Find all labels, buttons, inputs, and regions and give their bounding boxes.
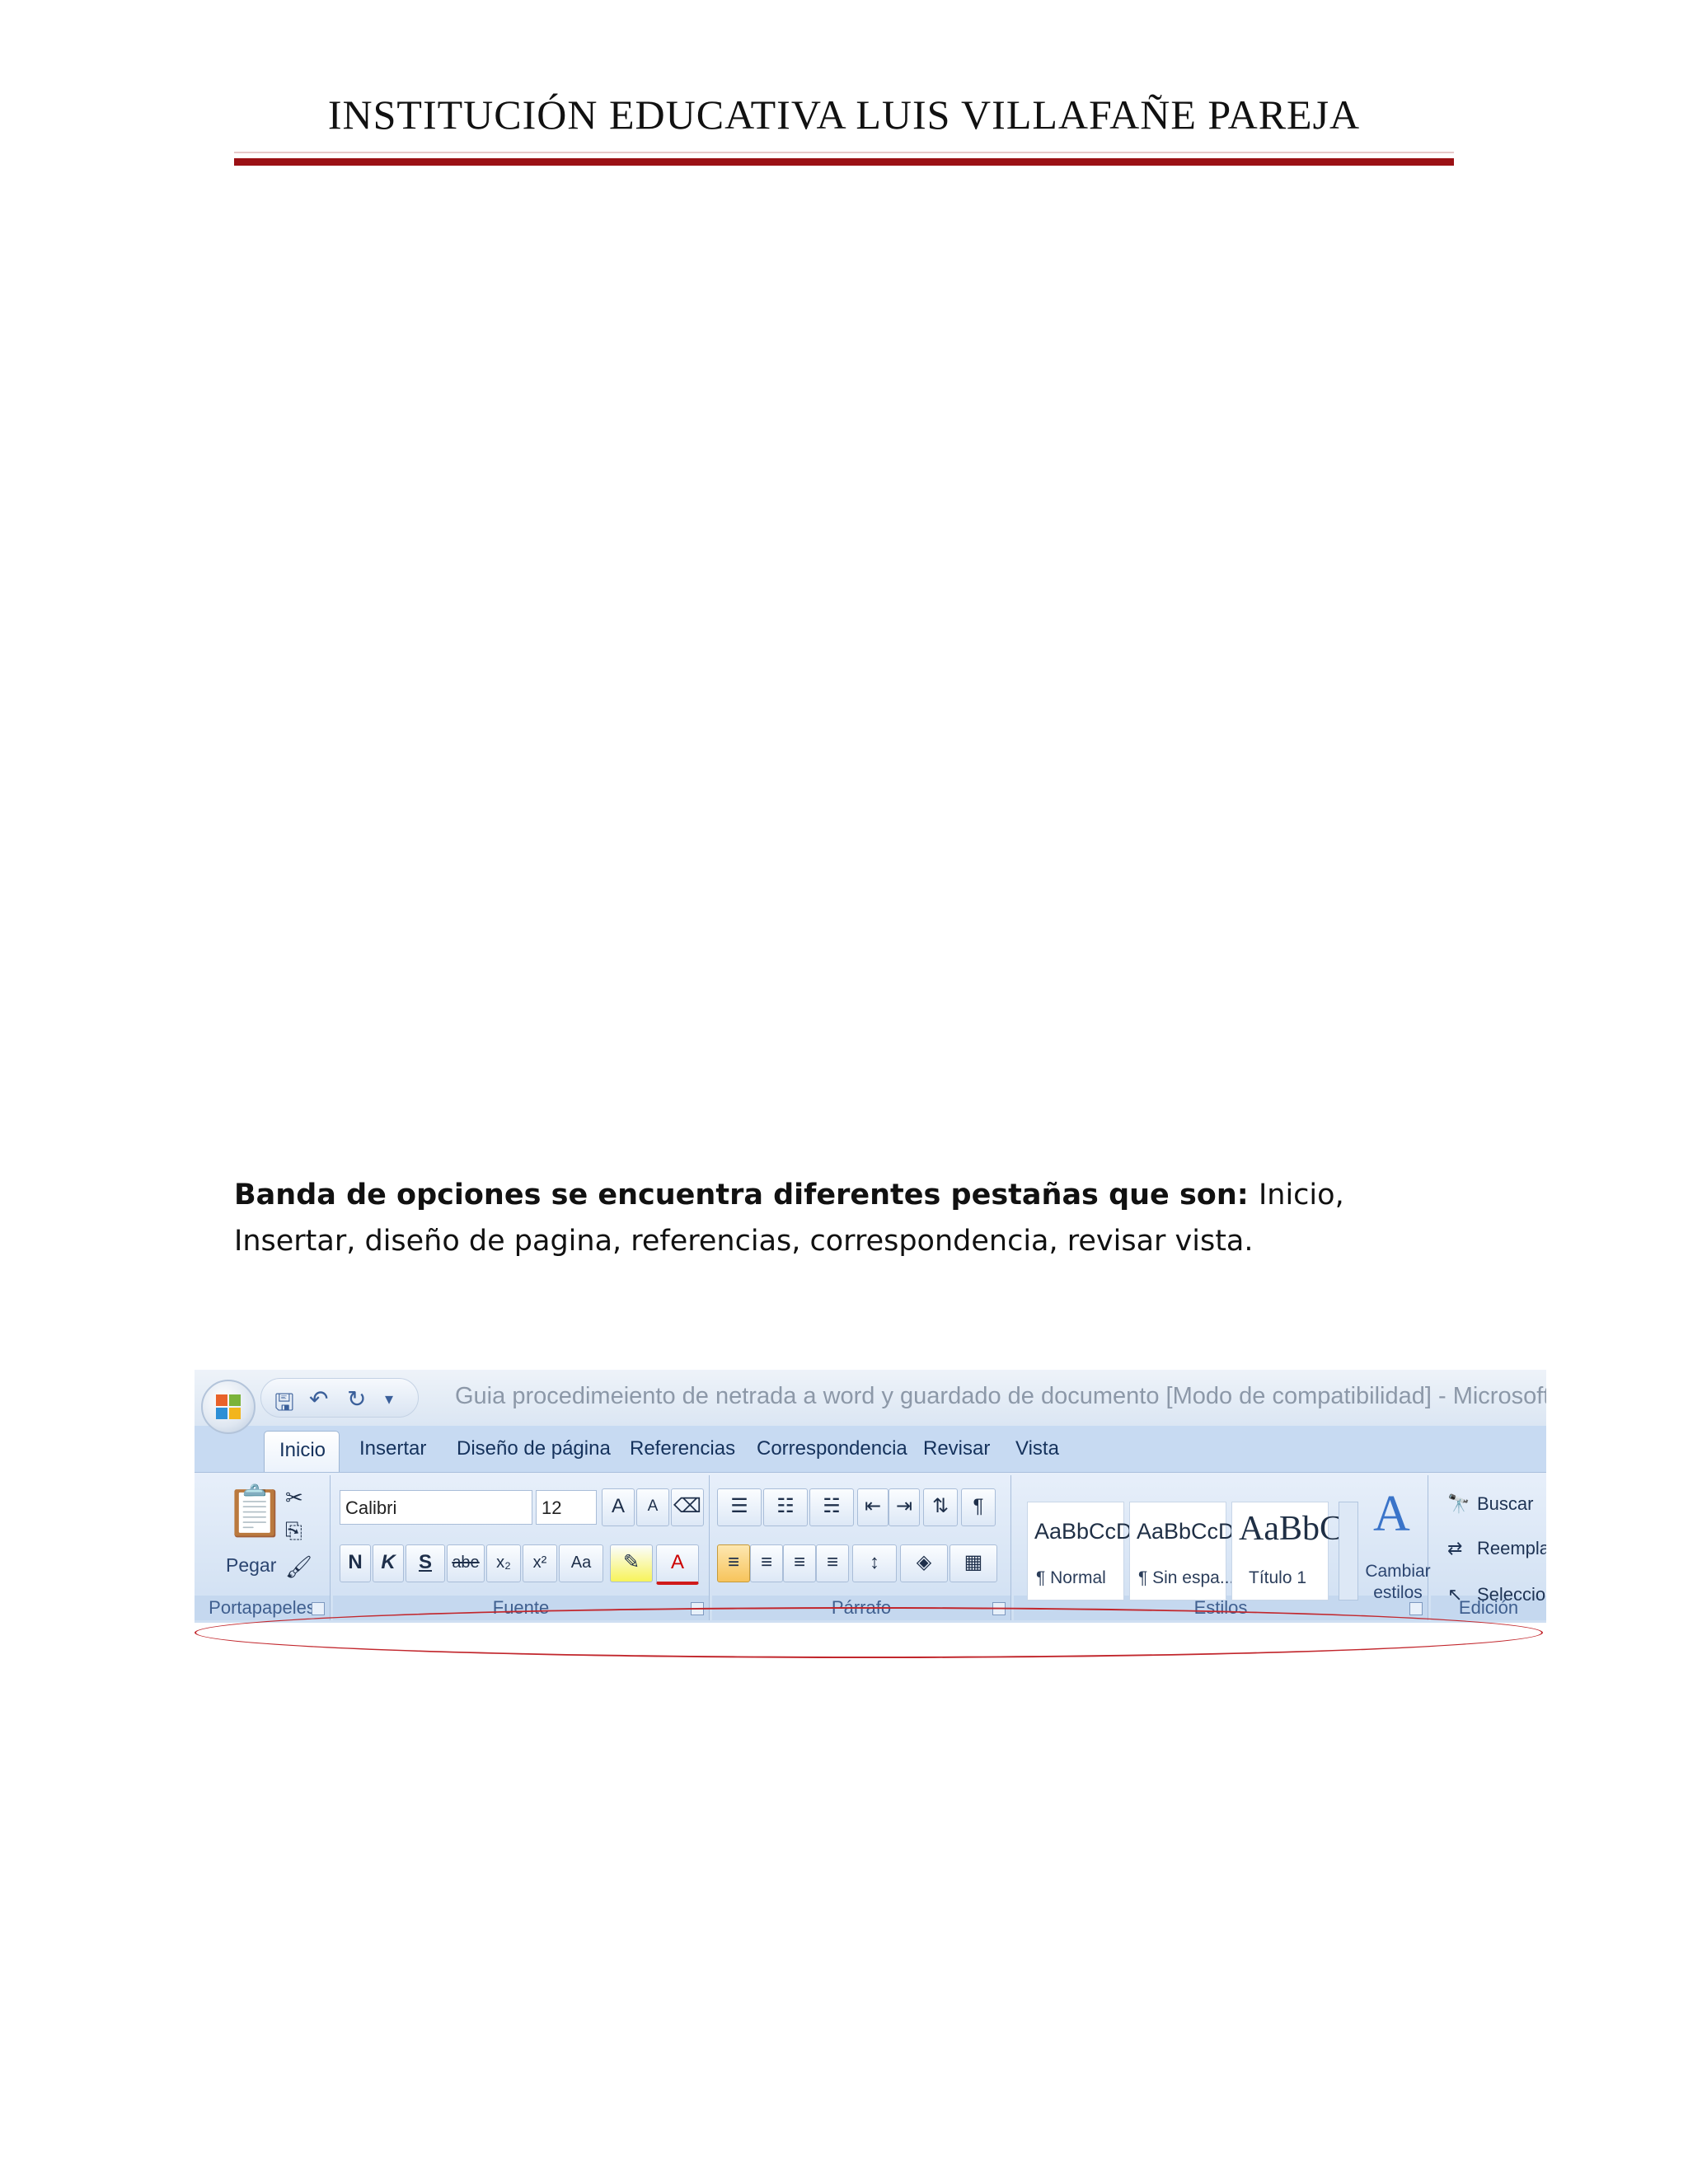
body-paragraph: Banda de opciones se encuentra diferente… [234,1172,1437,1264]
font-color-button[interactable]: A [656,1544,699,1585]
office-logo-icon [216,1394,241,1419]
highlight-color-button[interactable]: ✎ [610,1544,653,1582]
paragraph-line1-rest: Inicio, [1258,1179,1344,1212]
header-rule [234,158,1454,166]
line-spacing-button[interactable]: ↕ [852,1544,897,1582]
tab-inicio[interactable]: Inicio [264,1431,340,1476]
show-marks-button[interactable]: ¶ [961,1488,996,1526]
align-left-button[interactable]: ≡ [717,1544,750,1582]
replace-icon[interactable]: ⇄ [1447,1538,1462,1559]
borders-button[interactable]: ▦ [950,1544,997,1582]
style-name: ¶ Sin espa... [1138,1568,1235,1587]
style-normal[interactable]: AaBbCcDc ¶ Normal [1027,1502,1143,1601]
select-button[interactable]: Seleccion [1477,1584,1546,1605]
redo-icon[interactable]: ↻ [347,1385,366,1413]
undo-icon[interactable]: ↶ [309,1385,328,1413]
decrease-indent-button[interactable]: ⇤ [857,1488,889,1526]
change-case-button[interactable]: Aa [559,1544,603,1582]
tab-diseno-pagina[interactable]: Diseño de página [457,1437,611,1460]
style-name: ¶ Normal [1036,1568,1106,1587]
shading-button[interactable]: ◈ [900,1544,948,1582]
dialog-launcher-icon[interactable] [312,1602,325,1615]
paragraph-bold-lead: Banda de opciones se encuentra diferente… [234,1179,1259,1212]
find-button[interactable]: Buscar [1477,1493,1533,1515]
bullets-button[interactable]: ☰ [717,1488,762,1526]
page-header-title: INSTITUCIÓN EDUCATIVA LUIS VILLAFAÑE PAR… [327,91,1361,138]
copy-icon[interactable]: ⎘ [285,1518,302,1544]
tab-vista[interactable]: Vista [1015,1437,1059,1460]
change-styles-label[interactable]: Cambiar estilos [1365,1561,1431,1604]
style-sample: AaBbCcDc [1034,1519,1144,1544]
word-ribbon-screenshot: 🖫 ↶ ↻ ▾ Guia procedimeiento de netrada a… [195,1370,1546,1660]
header-thin-rule [234,152,1454,153]
select-icon[interactable]: ↖ [1447,1584,1462,1605]
paragraph-line2: Insertar, diseño de pagina, referencias,… [234,1225,1254,1258]
group-fuente: Calibri 12 A A ⌫ N K S abe x₂ x² Aa ✎ A … [333,1475,710,1620]
underline-button[interactable]: S [406,1544,445,1582]
bold-button[interactable]: N [340,1544,371,1582]
sort-button[interactable]: ⇅ [923,1488,958,1526]
tab-insertar[interactable]: Insertar [359,1437,426,1460]
strikethrough-button[interactable]: abe [447,1544,485,1582]
group-portapapeles: 📋 Pegar ✂ ⎘ 🖌 Portapapeles [195,1475,331,1620]
paste-label[interactable]: Pegar [226,1554,276,1577]
replace-button[interactable]: Reemplaz [1477,1538,1546,1559]
tab-bar: Inicio Insertar Diseño de página Referen… [195,1426,1546,1476]
increase-indent-button[interactable]: ⇥ [889,1488,920,1526]
grow-font-button[interactable]: A [602,1488,635,1526]
paste-icon[interactable]: 📋 [224,1482,286,1540]
group-label-portapapeles: Portapapeles [195,1596,330,1620]
annotation-ellipse [195,1607,1543,1658]
style-sample: AaBbCcDc [1137,1519,1246,1544]
clear-format-button[interactable]: ⌫ [671,1488,704,1526]
superscript-button[interactable]: x² [523,1544,557,1582]
style-name: Título 1 [1249,1568,1307,1587]
quick-access-toolbar: 🖫 ↶ ↻ ▾ [260,1378,419,1418]
italic-button[interactable]: K [373,1544,404,1582]
style-sin-espaciado[interactable]: AaBbCcDc ¶ Sin espa... [1129,1502,1245,1601]
save-icon[interactable]: 🖫 [274,1385,294,1425]
format-painter-icon[interactable]: 🖌 [285,1554,312,1580]
change-styles-icon[interactable]: A [1373,1485,1410,1544]
multilevel-list-button[interactable]: ☵ [809,1488,854,1526]
cut-icon[interactable]: ✂ [285,1485,303,1511]
align-center-button[interactable]: ≡ [750,1544,783,1582]
shrink-font-button[interactable]: A [636,1488,669,1526]
tab-revisar[interactable]: Revisar [923,1437,990,1460]
font-name-select[interactable]: Calibri [340,1490,532,1525]
tab-referencias[interactable]: Referencias [630,1437,735,1460]
style-sample: AaBbC [1239,1510,1343,1548]
font-size-select[interactable]: 12 [536,1490,597,1525]
window-title: Guia procedimeiento de netrada a word y … [455,1383,1546,1409]
styles-scroll[interactable] [1339,1502,1358,1601]
title-bar: 🖫 ↶ ↻ ▾ Guia procedimeiento de netrada a… [195,1370,1546,1426]
subscript-button[interactable]: x₂ [486,1544,521,1582]
align-right-button[interactable]: ≡ [783,1544,816,1582]
justify-button[interactable]: ≡ [816,1544,849,1582]
tab-correspondencia[interactable]: Correspondencia [757,1437,907,1460]
find-icon[interactable]: 🔭 [1447,1493,1470,1515]
numbering-button[interactable]: ☷ [763,1488,808,1526]
style-titulo-1[interactable]: AaBbC Título 1 [1231,1502,1343,1601]
group-parrafo: ☰ ☷ ☵ ⇤ ⇥ ⇅ ¶ ≡ ≡ ≡ ≡ ↕ ◈ ▦ Párrafo [712,1475,1011,1620]
office-button[interactable] [201,1380,256,1434]
customize-qat-icon[interactable]: ▾ [385,1389,393,1409]
dialog-launcher-icon[interactable] [1409,1602,1423,1615]
